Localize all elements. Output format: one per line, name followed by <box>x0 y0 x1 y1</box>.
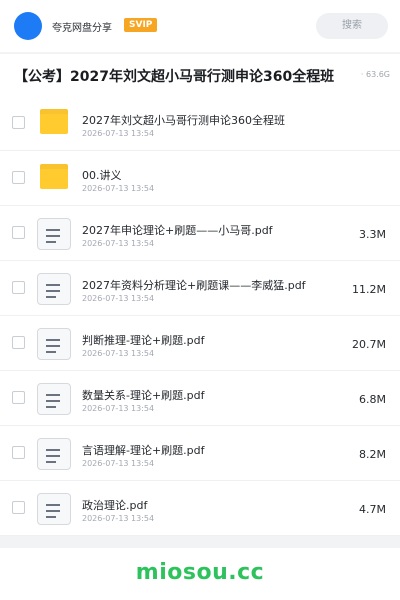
document-icon <box>37 493 71 525</box>
document-icon <box>37 438 71 470</box>
file-date: 2026-07-13 13:54 <box>82 349 155 358</box>
document-icon <box>37 383 71 415</box>
file-list: 2027年刘文超小马哥行测申论360全程班 2026-07-13 13:54 00.… <box>0 96 400 536</box>
page-title: 【公考】2027年刘文超小马哥行测申论360全程班 <box>14 69 335 85</box>
file-date: 2026-07-13 13:54 <box>82 184 155 193</box>
file-row[interactable]: 言语理解-理论+刷题.pdf 2026-07-13 13:54 8.2M <box>0 426 400 481</box>
file-row[interactable]: 政治理论.pdf 2026-07-13 13:54 4.7M <box>0 481 400 536</box>
file-date: 2026-07-13 13:54 <box>82 294 155 303</box>
top-bar: 夸克网盘分享 SVIP 搜索 <box>0 0 400 52</box>
file-size: 3.3M <box>359 228 386 241</box>
checkbox[interactable] <box>12 171 25 184</box>
avatar[interactable] <box>14 12 42 40</box>
checkbox[interactable] <box>12 501 25 514</box>
file-name: 判断推理-理论+刷题.pdf <box>82 334 205 347</box>
checkbox[interactable] <box>12 226 25 239</box>
share-title-row: · 63.6G 【公考】2027年刘文超小马哥行测申论360全程班 <box>0 54 400 96</box>
document-icon <box>37 328 71 360</box>
folder-icon <box>40 109 68 134</box>
file-row[interactable]: 00.讲义 2026-07-13 13:54 <box>0 151 400 206</box>
file-date: 2026-07-13 13:54 <box>82 239 155 248</box>
folder-icon <box>40 164 68 189</box>
checkbox[interactable] <box>12 336 25 349</box>
file-row[interactable]: 数量关系-理论+刷题.pdf 2026-07-13 13:54 6.8M <box>0 371 400 426</box>
file-date: 2026-07-13 13:54 <box>82 459 155 468</box>
file-name: 00.讲义 <box>82 169 122 182</box>
document-icon <box>37 218 71 250</box>
search-input[interactable]: 搜索 <box>316 13 388 39</box>
file-row[interactable]: 2027年刘文超小马哥行测申论360全程班 2026-07-13 13:54 <box>0 96 400 151</box>
file-name: 政治理论.pdf <box>82 499 148 512</box>
file-size: 4.7M <box>359 503 386 516</box>
file-name: 数量关系-理论+刷题.pdf <box>82 389 205 402</box>
file-row[interactable]: 2027年资料分析理论+刷题课——李威猛.pdf 2026-07-13 13:54… <box>0 261 400 316</box>
share-page: 夸克网盘分享 SVIP 搜索 · 63.6G 【公考】2027年刘文超小马哥行测… <box>0 0 400 600</box>
file-size: 8.2M <box>359 448 386 461</box>
footer: miosou.cc <box>0 548 400 600</box>
svip-badge: SVIP <box>124 18 158 32</box>
document-icon <box>37 273 71 305</box>
file-size: 20.7M <box>352 338 386 351</box>
file-name: 2027年刘文超小马哥行测申论360全程班 <box>82 114 285 127</box>
share-size: · 63.6G <box>360 70 390 79</box>
file-name: 言语理解-理论+刷题.pdf <box>82 444 205 457</box>
watermark-text: miosou.cc <box>135 560 265 585</box>
file-name: 2027年资料分析理论+刷题课——李威猛.pdf <box>82 279 306 292</box>
brand-name: 夸克网盘分享 <box>52 23 112 34</box>
file-row[interactable]: 判断推理-理论+刷题.pdf 2026-07-13 13:54 20.7M <box>0 316 400 371</box>
file-name: 2027年申论理论+刷题——小马哥.pdf <box>82 224 273 237</box>
file-date: 2026-07-13 13:54 <box>82 129 155 138</box>
file-date: 2026-07-13 13:54 <box>82 514 155 523</box>
checkbox[interactable] <box>12 391 25 404</box>
file-row[interactable]: 2027年申论理论+刷题——小马哥.pdf 2026-07-13 13:54 3.3… <box>0 206 400 261</box>
checkbox[interactable] <box>12 116 25 129</box>
checkbox[interactable] <box>12 281 25 294</box>
checkbox[interactable] <box>12 446 25 459</box>
file-date: 2026-07-13 13:54 <box>82 404 155 413</box>
file-size: 6.8M <box>359 393 386 406</box>
file-size: 11.2M <box>352 283 386 296</box>
